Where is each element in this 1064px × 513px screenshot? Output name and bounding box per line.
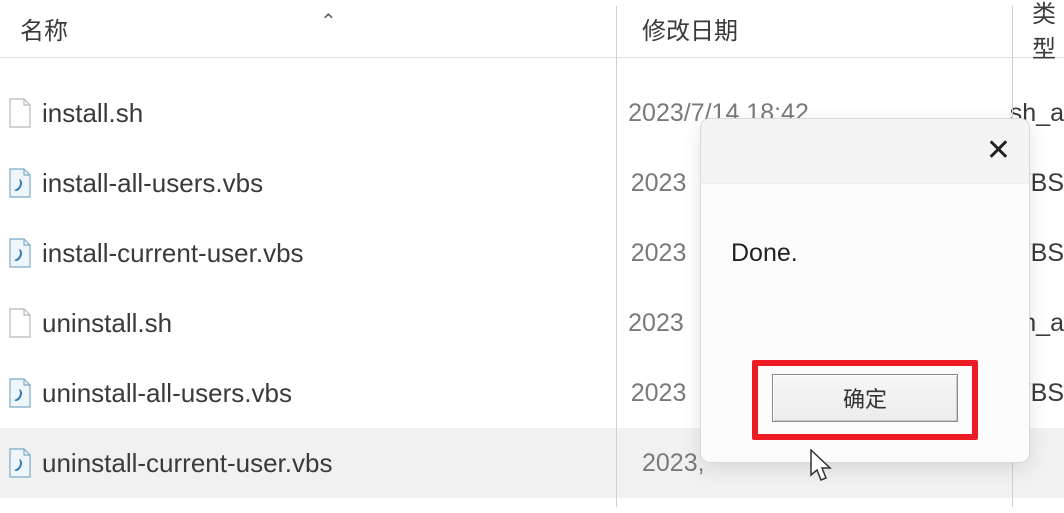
message-dialog: ✕ Done. 确定 — [700, 118, 1030, 463]
dialog-titlebar[interactable]: ✕ — [701, 119, 1029, 184]
sort-indicator: ⌃ — [320, 9, 337, 34]
file-name: install.sh — [42, 98, 143, 129]
vbs-icon — [8, 168, 32, 198]
file-name: uninstall-current-user.vbs — [42, 448, 332, 479]
ok-button[interactable]: 确定 — [772, 374, 958, 422]
vbs-icon — [8, 448, 32, 478]
header-divider[interactable] — [616, 6, 617, 507]
header-name[interactable]: ⌃ 名称 — [0, 11, 622, 46]
file-icon — [8, 308, 32, 338]
header-date-label: 修改日期 — [642, 18, 738, 45]
header-name-label: 名称 — [20, 18, 68, 45]
header-date[interactable]: 修改日期 — [622, 11, 1012, 46]
file-name: uninstall-all-users.vbs — [42, 378, 292, 409]
close-button[interactable]: ✕ — [986, 136, 1011, 166]
file-icon — [8, 98, 32, 128]
header-type[interactable]: 类型 — [1012, 0, 1064, 64]
column-headers: ⌃ 名称 修改日期 类型 — [0, 0, 1064, 58]
dialog-message: Done. — [701, 184, 1029, 288]
vbs-icon — [8, 238, 32, 268]
close-icon: ✕ — [986, 134, 1011, 167]
file-name: install-all-users.vbs — [42, 168, 263, 199]
dialog-footer: 确定 — [701, 360, 1029, 462]
annotation-highlight: 确定 — [752, 360, 978, 440]
file-name: install-current-user.vbs — [42, 238, 304, 269]
vbs-icon — [8, 378, 32, 408]
header-type-label: 类型 — [1032, 1, 1056, 63]
file-name: uninstall.sh — [42, 308, 172, 339]
